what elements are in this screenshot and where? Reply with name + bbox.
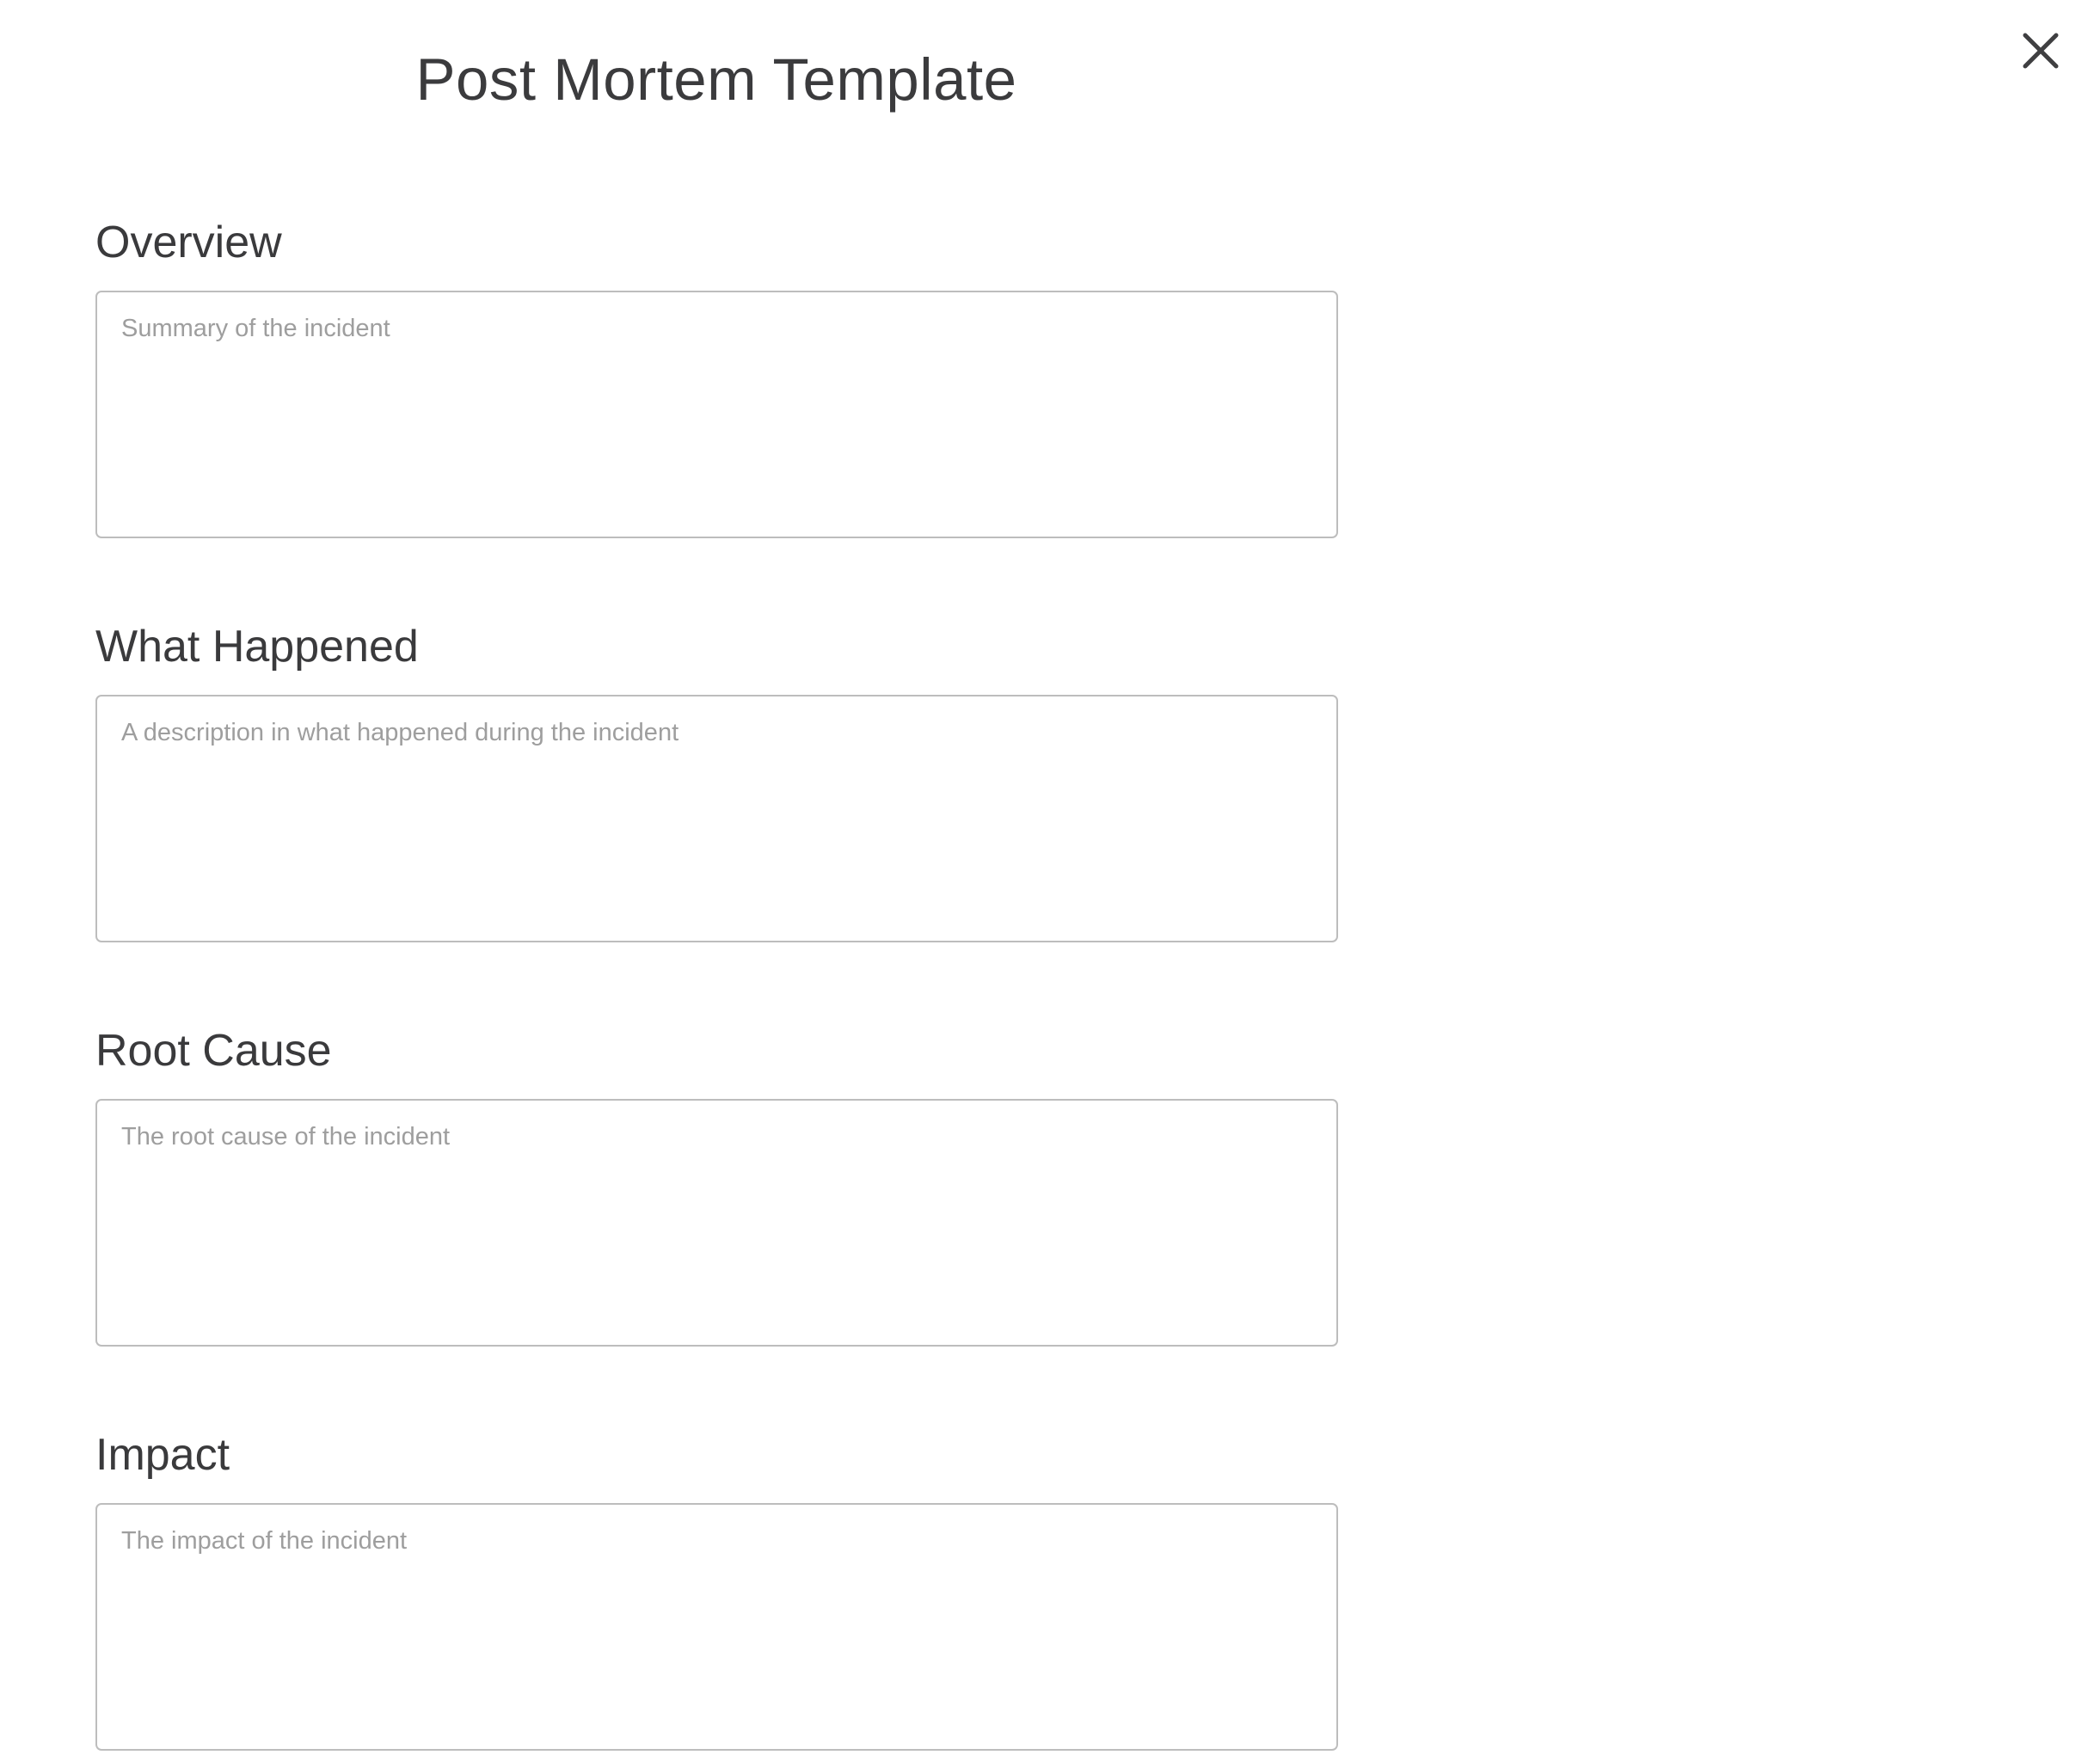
root-cause-field[interactable] bbox=[95, 1099, 1338, 1347]
root-cause-label: Root Cause bbox=[95, 1026, 332, 1076]
overview-section: Overview bbox=[95, 220, 1338, 538]
close-icon bbox=[2023, 33, 2059, 69]
page-title: Post Mortem Template bbox=[415, 46, 1017, 113]
what-happened-label: What Happened bbox=[95, 622, 419, 672]
root-cause-section: Root Cause bbox=[95, 1028, 1338, 1347]
overview-field[interactable] bbox=[95, 291, 1338, 538]
what-happened-section: What Happened bbox=[95, 624, 1338, 942]
close-button[interactable] bbox=[2011, 21, 2071, 81]
impact-section: Impact bbox=[95, 1433, 1338, 1751]
overview-label: Overview bbox=[95, 218, 282, 267]
impact-label: Impact bbox=[95, 1430, 230, 1480]
impact-field[interactable] bbox=[95, 1503, 1338, 1751]
what-happened-field[interactable] bbox=[95, 695, 1338, 942]
